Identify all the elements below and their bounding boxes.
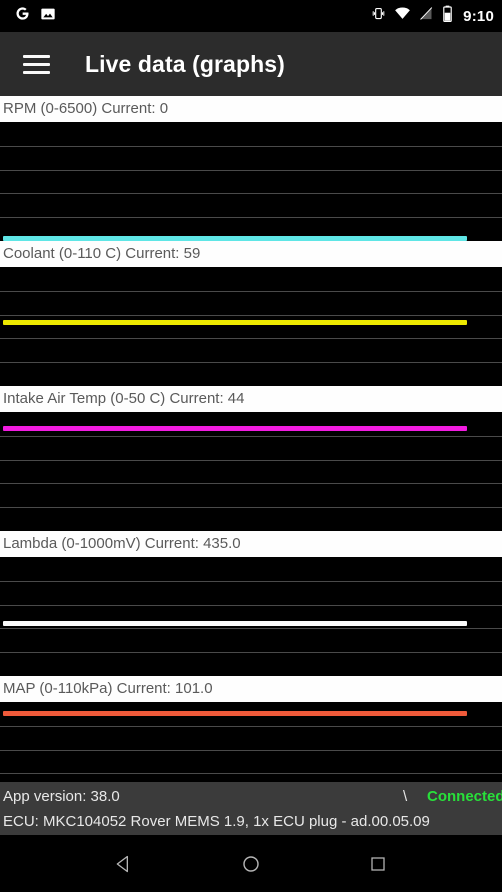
gridline bbox=[0, 605, 502, 606]
gridline bbox=[0, 436, 502, 437]
graph-label-map: MAP (0-110kPa) Current: 101.0 bbox=[0, 676, 502, 702]
graph-block-intake-air-temp[interactable]: Intake Air Temp (0-50 C) Current: 44 bbox=[0, 386, 502, 531]
gridline bbox=[0, 628, 502, 629]
gridline bbox=[0, 460, 502, 461]
graph-plot-map[interactable] bbox=[0, 702, 502, 782]
gridline bbox=[0, 338, 502, 339]
graph-plot-lambda[interactable] bbox=[0, 557, 502, 676]
gridline bbox=[0, 750, 502, 751]
footer-separator: \ bbox=[403, 788, 408, 805]
graph-trace-coolant bbox=[3, 320, 467, 325]
gridline bbox=[0, 773, 502, 774]
app-version-label: App version: 38.0 bbox=[3, 788, 120, 805]
gridline bbox=[0, 507, 502, 508]
graph-plot-coolant[interactable] bbox=[0, 267, 502, 386]
graph-trace-lambda bbox=[3, 621, 467, 626]
signal-off-icon bbox=[419, 6, 434, 26]
gallery-icon bbox=[40, 6, 56, 27]
gridline bbox=[0, 581, 502, 582]
graph-plot-rpm[interactable] bbox=[0, 122, 502, 241]
status-footer: App version: 38.0 \ Connected ECU: MKC10… bbox=[0, 782, 502, 835]
graph-block-coolant[interactable]: Coolant (0-110 C) Current: 59 bbox=[0, 241, 502, 386]
wifi-icon bbox=[394, 5, 411, 27]
gridline bbox=[0, 652, 502, 653]
gridline bbox=[0, 193, 502, 194]
vibrate-icon bbox=[371, 6, 386, 26]
status-bar-system-icons: 9:10 bbox=[371, 5, 494, 27]
status-bar-clock: 9:10 bbox=[463, 7, 494, 25]
graph-plot-intake-air-temp[interactable] bbox=[0, 412, 502, 531]
status-bar: 9:10 bbox=[0, 0, 502, 32]
hamburger-menu-icon[interactable] bbox=[14, 42, 58, 86]
graph-label-rpm: RPM (0-6500) Current: 0 bbox=[0, 96, 502, 122]
connection-status-badge: Connected bbox=[427, 788, 502, 805]
gridline bbox=[0, 146, 502, 147]
android-navigation-bar bbox=[0, 835, 502, 892]
live-data-graph-list[interactable]: RPM (0-6500) Current: 0 Coolant (0-110 C)… bbox=[0, 96, 502, 782]
graph-block-map[interactable]: MAP (0-110kPa) Current: 101.0 bbox=[0, 676, 502, 782]
footer-top-row: App version: 38.0 \ Connected bbox=[3, 784, 502, 809]
graph-block-lambda[interactable]: Lambda (0-1000mV) Current: 435.0 bbox=[0, 531, 502, 676]
gridline bbox=[0, 170, 502, 171]
gridline bbox=[0, 726, 502, 727]
page-title: Live data (graphs) bbox=[85, 50, 285, 77]
gridline bbox=[0, 291, 502, 292]
battery-icon bbox=[442, 5, 453, 27]
gridline bbox=[0, 315, 502, 316]
gridline bbox=[0, 362, 502, 363]
status-bar-notifications bbox=[14, 5, 56, 27]
app-screen: 9:10 Live data (graphs) RPM (0-6500) Cur… bbox=[0, 0, 502, 892]
ecu-info-label: ECU: MKC104052 Rover MEMS 1.9, 1x ECU pl… bbox=[3, 812, 430, 830]
google-g-icon bbox=[14, 5, 31, 27]
recents-square-icon[interactable] bbox=[356, 842, 400, 886]
graph-trace-map bbox=[3, 711, 467, 716]
graph-block-rpm[interactable]: RPM (0-6500) Current: 0 bbox=[0, 96, 502, 241]
gridline bbox=[0, 483, 502, 484]
home-circle-icon[interactable] bbox=[229, 842, 273, 886]
graph-trace-intake-air-temp bbox=[3, 426, 467, 431]
graph-label-lambda: Lambda (0-1000mV) Current: 435.0 bbox=[0, 531, 502, 557]
graph-label-intake-air-temp: Intake Air Temp (0-50 C) Current: 44 bbox=[0, 386, 502, 412]
gridline bbox=[0, 217, 502, 218]
back-triangle-icon[interactable] bbox=[102, 842, 146, 886]
app-bar: Live data (graphs) bbox=[0, 32, 502, 96]
graph-label-coolant: Coolant (0-110 C) Current: 59 bbox=[0, 241, 502, 267]
